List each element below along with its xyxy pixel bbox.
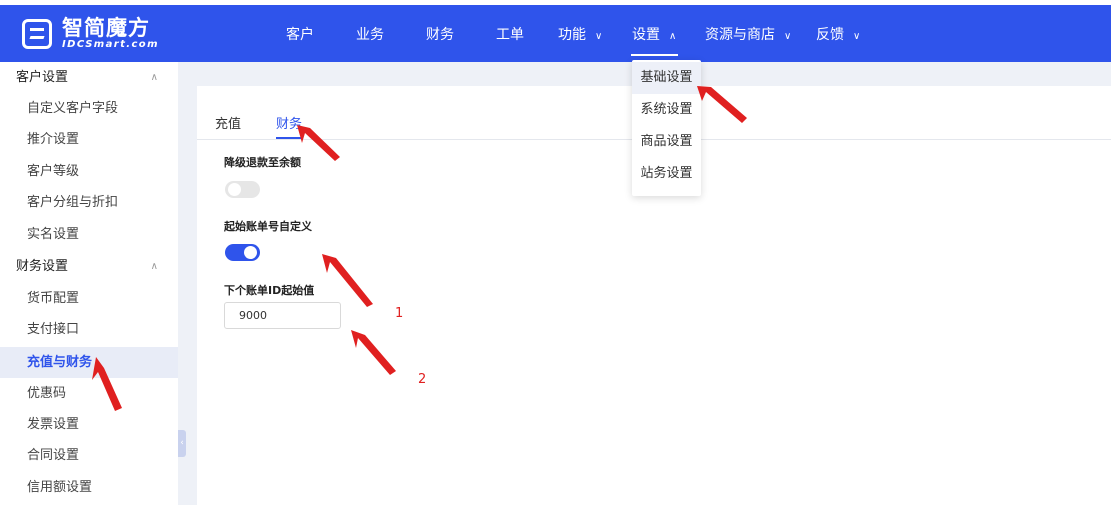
brand-logo[interactable]: 智简魔方 IDCSmart.com	[22, 12, 159, 56]
sidebar-item-referral[interactable]: 推介设置	[0, 124, 178, 155]
sidebar-group-customer-settings[interactable]: 客户设置 ∧	[16, 63, 164, 93]
logo-icon	[22, 19, 52, 49]
dropdown-item-basic-settings[interactable]: 基础设置	[632, 62, 701, 94]
annotation-number-2: 2	[418, 372, 427, 387]
next-invoice-id-label: 下个账单ID起始值	[224, 284, 315, 297]
custom-invoice-start-label: 起始账单号自定义	[224, 220, 312, 233]
nav-resources-store[interactable]: 资源与商店 ∨	[705, 10, 791, 60]
sidebar-item-custom-fields[interactable]: 自定义客户字段	[0, 93, 178, 124]
logo-cn-text: 智简魔方	[62, 16, 150, 40]
toggle-knob	[228, 183, 241, 196]
nav-settings[interactable]: 设置 ∧	[632, 10, 676, 60]
tab-recharge[interactable]: 充值	[215, 113, 241, 132]
dropdown-item-product-settings[interactable]: 商品设置	[632, 126, 701, 158]
sidebar-collapse-button[interactable]: ‹	[178, 430, 186, 457]
logo-en-text: IDCSmart.com	[62, 39, 159, 50]
nav-tickets[interactable]: 工单	[496, 10, 524, 60]
sidebar-item-payment-gateways[interactable]: 支付接口	[0, 314, 178, 345]
sidebar-item-credit[interactable]: 信用额设置	[0, 472, 178, 503]
sidebar-item-coupons[interactable]: 优惠码	[0, 378, 178, 409]
nav-business[interactable]: 业务	[356, 10, 384, 60]
chevron-down-icon: ∨	[853, 31, 861, 42]
tab-finance[interactable]: 财务	[276, 113, 302, 132]
chevron-down-icon: ∨	[784, 31, 792, 42]
top-navbar: 智简魔方 IDCSmart.com 客户 业务 财务 工单 功能 ∨ 设置 ∧ 资源…	[0, 5, 1111, 62]
dropdown-item-system-settings[interactable]: 系统设置	[632, 94, 701, 126]
sidebar-item-invoice[interactable]: 发票设置	[0, 409, 178, 440]
downgrade-refund-toggle[interactable]	[225, 181, 260, 198]
sidebar-group-finance-settings[interactable]: 财务设置 ∧	[16, 252, 164, 282]
nav-active-indicator	[631, 54, 678, 56]
nav-feedback[interactable]: 反馈 ∨	[816, 10, 860, 60]
toggle-knob	[244, 246, 257, 259]
sidebar-item-realname[interactable]: 实名设置	[0, 219, 178, 250]
downgrade-refund-label: 降级退款至余额	[224, 156, 301, 169]
dropdown-item-site-settings[interactable]: 站务设置	[632, 158, 701, 190]
chevron-up-icon: ∧	[150, 72, 158, 83]
sidebar-item-recharge-finance[interactable]: 充值与财务	[0, 347, 178, 378]
sidebar: 客户设置 ∧ 自定义客户字段 推介设置 客户等级 客户分组与折扣 实名设置 财务…	[0, 62, 178, 505]
nav-finance[interactable]: 财务	[426, 10, 454, 60]
chevron-down-icon: ∨	[595, 31, 603, 42]
sidebar-item-groups-discounts[interactable]: 客户分组与折扣	[0, 187, 178, 218]
nav-features[interactable]: 功能 ∨	[558, 10, 602, 60]
settings-dropdown-menu: 基础设置 系统设置 商品设置 站务设置	[632, 60, 701, 196]
sidebar-item-contract[interactable]: 合同设置	[0, 440, 178, 471]
chevron-up-icon: ∧	[150, 261, 158, 272]
next-invoice-id-input[interactable]: 9000	[224, 302, 341, 329]
sidebar-item-currency[interactable]: 货币配置	[0, 283, 178, 314]
annotation-number-1: 1	[395, 306, 404, 321]
custom-invoice-start-toggle[interactable]	[225, 244, 260, 261]
nav-customer[interactable]: 客户	[286, 10, 314, 60]
sidebar-item-customer-levels[interactable]: 客户等级	[0, 156, 178, 187]
